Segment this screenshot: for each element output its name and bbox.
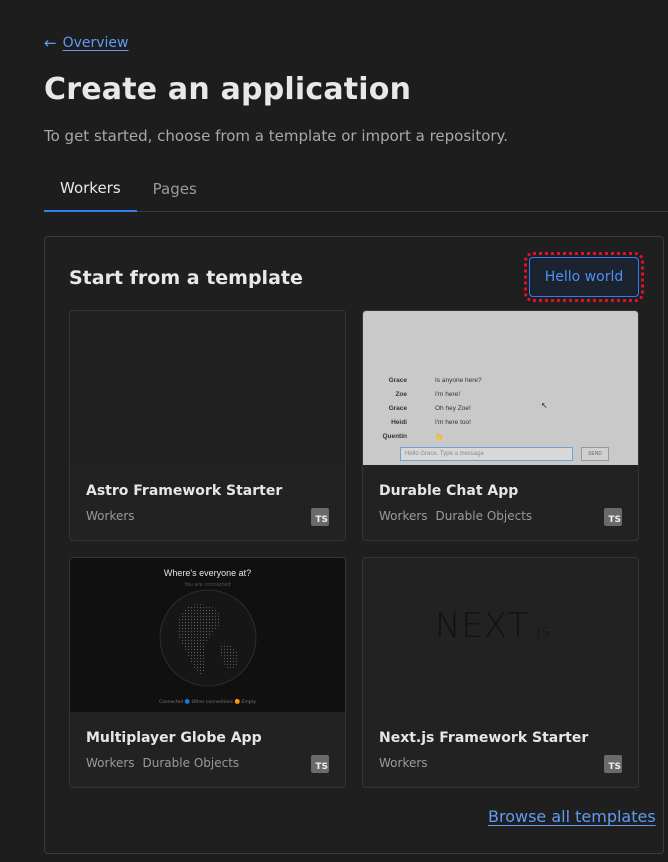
arrow-left-icon: ←: [44, 33, 57, 52]
card-tags: Workers: [86, 509, 135, 523]
page-title: Create an application: [44, 72, 412, 107]
back-link-overview[interactable]: ← Overview: [44, 35, 129, 51]
card-tags: Workers Durable Objects: [86, 756, 239, 770]
hello-world-button[interactable]: Hello world: [524, 252, 644, 302]
card-title: Durable Chat App: [379, 483, 519, 499]
typescript-icon: TS: [604, 755, 622, 773]
tab-workers[interactable]: Workers: [44, 166, 137, 212]
globe-preview-legend: Connected 🔵 Other connections 🟠 Empty: [158, 700, 257, 705]
tab-bar: Workers Pages: [44, 166, 668, 212]
tab-pages[interactable]: Pages: [137, 166, 213, 212]
template-card-astro[interactable]: Astro Framework Starter Workers TS: [69, 310, 346, 541]
astro-preview-image: [70, 311, 345, 465]
globe-icon: [159, 589, 257, 687]
globe-preview-image: Where's everyone at? You are connected C…: [70, 558, 345, 712]
template-card-durable-chat[interactable]: Grace Is anyone here? Zoe I'm here! Grac…: [362, 310, 639, 541]
nextjs-preview-image: NEXT .JS: [363, 558, 638, 712]
tag-durable-objects: Durable Objects: [142, 756, 240, 770]
panel-title: Start from a template: [69, 267, 303, 289]
back-link-label: Overview: [62, 35, 129, 51]
tag-workers: Workers: [379, 756, 428, 770]
card-tags: Workers: [379, 756, 428, 770]
template-card-nextjs[interactable]: NEXT .JS Next.js Framework Starter Worker…: [362, 557, 639, 788]
typescript-icon: TS: [311, 508, 329, 526]
browse-all-templates-link[interactable]: Browse all templates: [488, 807, 656, 826]
tag-workers: Workers: [379, 509, 428, 523]
chat-send-preview: SEND: [581, 447, 609, 461]
page-subtitle: To get started, choose from a template o…: [44, 127, 509, 145]
template-card-multiplayer-globe[interactable]: Where's everyone at? You are connected C…: [69, 557, 346, 788]
cursor-icon: ↖: [541, 401, 548, 410]
tag-workers: Workers: [86, 509, 135, 523]
chat-input-preview: Hello Grace. Type a message: [400, 447, 573, 461]
tag-durable-objects: Durable Objects: [435, 509, 533, 523]
template-panel: Start from a template Hello world Astro …: [44, 236, 664, 854]
typescript-icon: TS: [604, 508, 622, 526]
nextjs-logo: NEXT .JS: [435, 606, 551, 646]
card-tags: Workers Durable Objects: [379, 509, 532, 523]
card-title: Multiplayer Globe App: [86, 730, 262, 746]
card-title: Astro Framework Starter: [86, 483, 283, 499]
tag-workers: Workers: [86, 756, 135, 770]
typescript-icon: TS: [311, 755, 329, 773]
chat-preview-image: Grace Is anyone here? Zoe I'm here! Grac…: [363, 311, 638, 465]
card-title: Next.js Framework Starter: [379, 730, 589, 746]
